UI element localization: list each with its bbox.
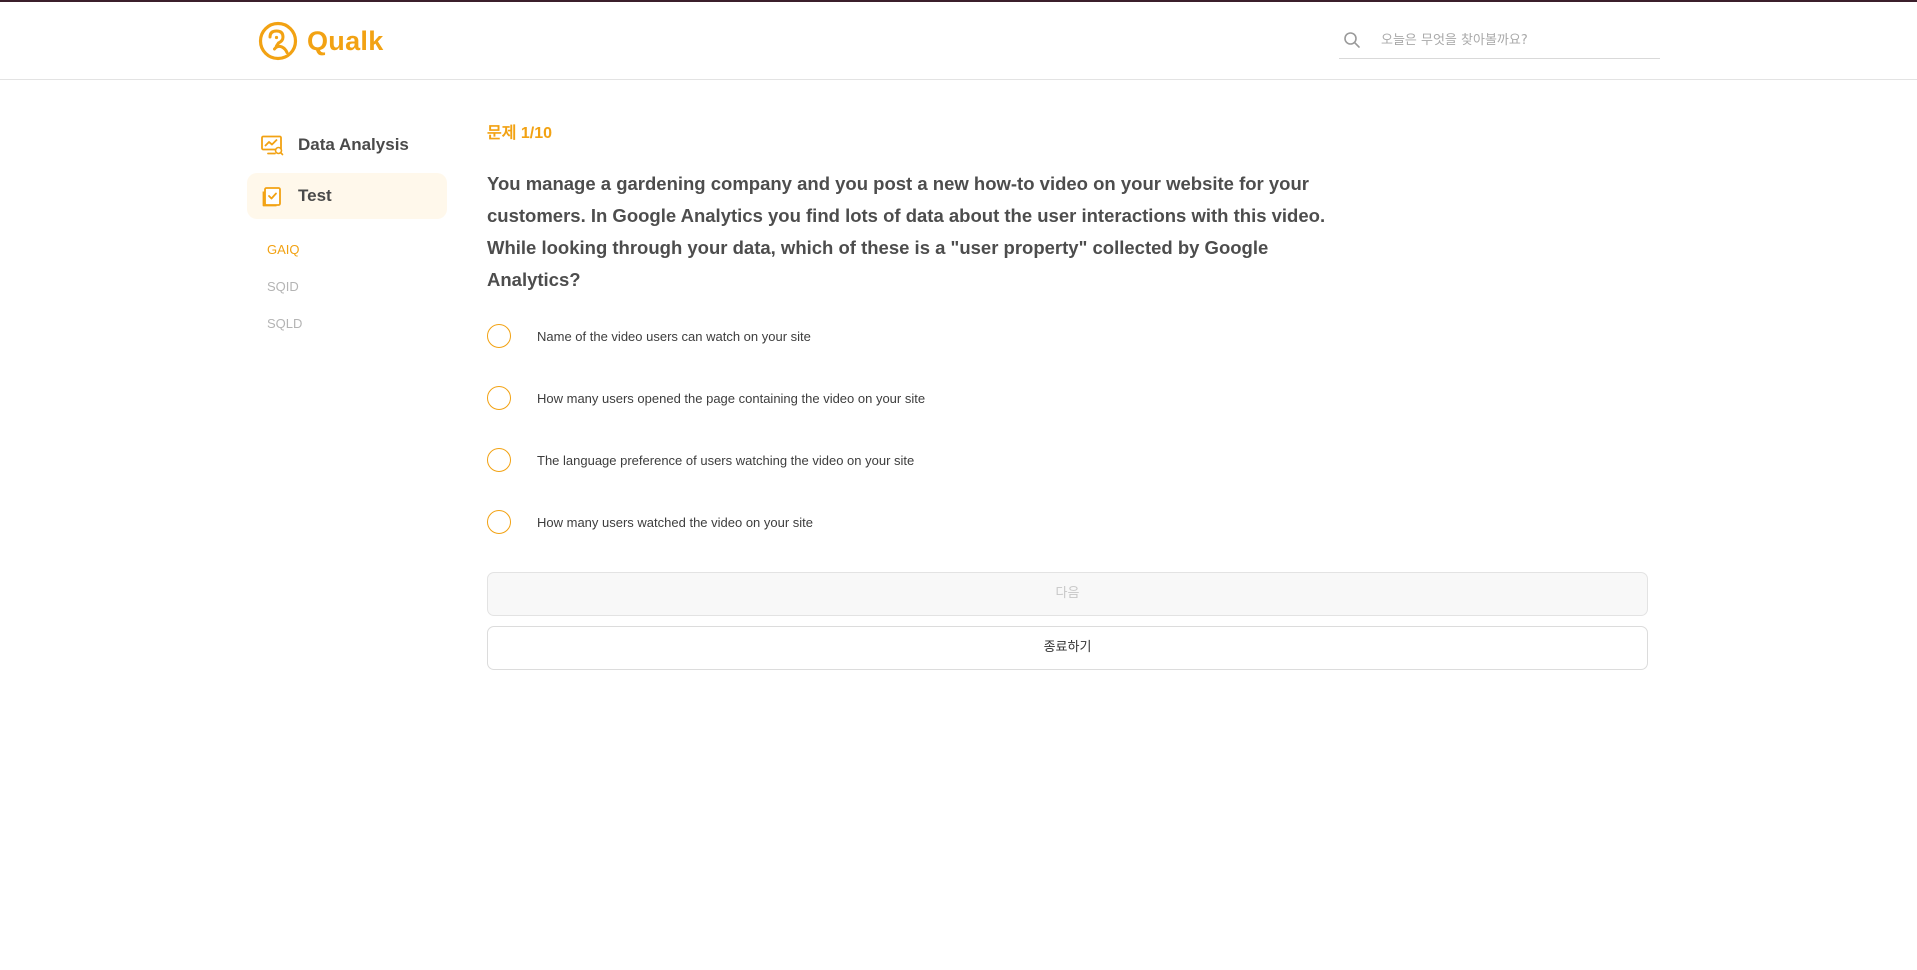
checklist-icon <box>262 187 281 207</box>
answer-option[interactable]: Name of the video users can watch on you… <box>487 324 1647 348</box>
sub-item-gaiq[interactable]: GAIQ <box>267 231 447 268</box>
next-button[interactable]: 다음 <box>487 572 1648 616</box>
sidebar-item-label: Test <box>298 186 332 205</box>
search-input[interactable] <box>1381 25 1651 55</box>
quiz-panel: 문제 1/10 You manage a gardening company a… <box>487 122 1648 670</box>
answer-option[interactable]: How many users watched the video on your… <box>487 510 1647 534</box>
logo-text: Qualk <box>307 25 384 56</box>
monitor-chart-icon <box>261 135 284 156</box>
test-sub-list: GAIQ SQID SQLD <box>247 231 447 342</box>
answer-option[interactable]: The language preference of users watchin… <box>487 448 1647 472</box>
radio-button[interactable] <box>487 448 511 472</box>
answer-options: Name of the video users can watch on you… <box>487 324 1647 534</box>
sidebar: Data Analysis Test GAIQ SQID SQLD <box>247 122 447 342</box>
sub-item-sqld[interactable]: SQLD <box>267 305 447 342</box>
sidebar-item-data-analysis[interactable]: Data Analysis <box>247 122 447 168</box>
answer-option-label: Name of the video users can watch on you… <box>537 328 811 344</box>
sidebar-item-test[interactable]: Test <box>247 173 447 219</box>
question-text: You manage a gardening company and you p… <box>487 173 1326 290</box>
answer-option[interactable]: How many users opened the page containin… <box>487 386 1647 410</box>
search-bar <box>1339 22 1660 59</box>
answer-option-label: How many users watched the video on your… <box>537 514 814 530</box>
question-progress: 문제 1/10 <box>487 125 553 142</box>
qualk-logo-icon <box>258 21 298 61</box>
sub-item-sqid[interactable]: SQID <box>267 268 447 305</box>
radio-button[interactable] <box>487 386 511 410</box>
radio-button[interactable] <box>487 510 511 534</box>
logo[interactable]: Qualk <box>258 21 384 61</box>
radio-button[interactable] <box>487 324 511 348</box>
answer-option-label: How many users opened the page containin… <box>537 390 926 406</box>
answer-option-label: The language preference of users watchin… <box>537 452 915 468</box>
sidebar-item-label: Data Analysis <box>298 135 409 154</box>
header: Qualk <box>0 2 1917 80</box>
exit-button[interactable]: 종료하기 <box>487 626 1648 670</box>
search-icon[interactable] <box>1343 31 1361 49</box>
